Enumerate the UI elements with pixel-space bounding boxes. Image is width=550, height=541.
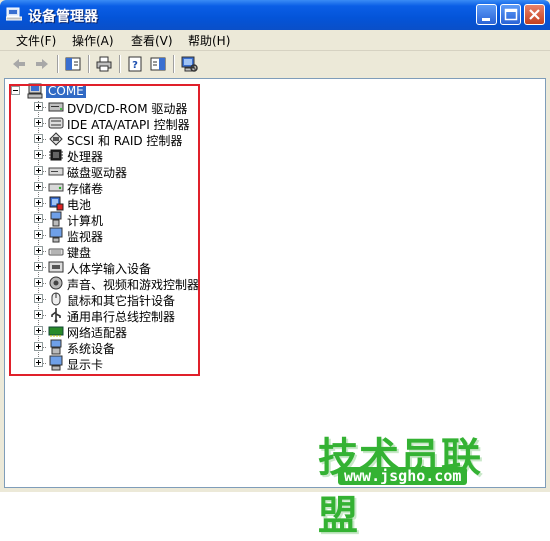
close-button[interactable] [524, 4, 545, 25]
minimize-icon [482, 18, 490, 21]
expand-toggle[interactable] [34, 342, 43, 351]
toolbar-separator [173, 55, 175, 73]
collapse-toggle[interactable] [11, 86, 20, 95]
toolbar-separator [57, 55, 59, 73]
monitor-icon [49, 227, 63, 243]
expand-toggle[interactable] [34, 134, 43, 143]
storage-volume-icon [48, 183, 64, 192]
scan-hardware-icon[interactable] [180, 55, 198, 73]
tree-node[interactable]: 处理器 [5, 147, 245, 164]
expand-toggle[interactable] [34, 294, 43, 303]
tree-node[interactable]: 存储卷 [5, 179, 245, 196]
tree-node[interactable]: 键盘 [5, 243, 245, 260]
tree-node[interactable]: IDE ATA/ATAPI 控制器 [5, 115, 245, 132]
menu-view[interactable]: 查看(V) [131, 32, 173, 49]
watermark: 技术员联盟 www.jsgho.com [318, 425, 518, 539]
sound-icon [49, 276, 63, 290]
computer-root-icon [27, 83, 43, 99]
expand-toggle[interactable] [34, 166, 43, 175]
scsi-controller-icon [49, 132, 63, 146]
expand-toggle[interactable] [34, 310, 43, 319]
menu-bar: 文件(F) 操作(A) 查看(V) 帮助(H) [0, 30, 550, 51]
disk-drive-icon [48, 167, 64, 176]
maximize-icon [504, 8, 518, 21]
menu-file[interactable]: 文件(F) [16, 32, 56, 49]
tree-root[interactable]: COME [5, 83, 245, 99]
maximize-button[interactable] [500, 4, 521, 25]
display-adapter-icon [49, 355, 63, 371]
computer-icon [50, 211, 62, 227]
close-icon [529, 9, 540, 20]
svg-text:?: ? [132, 60, 138, 71]
keyboard-icon [48, 248, 64, 256]
minimize-button[interactable] [476, 4, 497, 25]
toolbar-separator [119, 55, 121, 73]
menu-action[interactable]: 操作(A) [72, 32, 114, 49]
details-view-icon[interactable] [149, 55, 167, 73]
expand-toggle[interactable] [34, 198, 43, 207]
watermark-url: www.jsgho.com [338, 467, 468, 485]
expand-toggle[interactable] [34, 278, 43, 287]
device-manager-window: 设备管理器 文件(F) 操作(A) 查看(V) 帮助(H) ? COME DVD… [0, 0, 550, 539]
tree-node[interactable]: 声音、视频和游戏控制器 [5, 275, 245, 292]
expand-toggle[interactable] [34, 118, 43, 127]
cdrom-icon [48, 102, 64, 112]
device-manager-icon [6, 7, 22, 21]
tree-node[interactable]: 通用串行总线控制器 [5, 307, 245, 324]
expand-toggle[interactable] [34, 246, 43, 255]
tree-root-label[interactable]: COME [46, 84, 86, 98]
network-adapter-icon [48, 326, 64, 337]
hid-icon [48, 261, 64, 273]
tree-node[interactable]: SCSI 和 RAID 控制器 [5, 131, 245, 148]
print-icon[interactable] [95, 55, 113, 73]
mouse-icon [51, 292, 61, 306]
tree-node[interactable]: 系统设备 [5, 339, 245, 356]
show-hide-tree-icon[interactable] [64, 55, 82, 73]
tree-node[interactable]: 显示卡 [5, 355, 245, 373]
expand-toggle[interactable] [34, 262, 43, 271]
expand-toggle[interactable] [34, 358, 43, 367]
toolbar-separator [88, 55, 90, 73]
tree-node[interactable]: 鼠标和其它指针设备 [5, 291, 245, 308]
tree-node[interactable]: 电池 [5, 195, 245, 212]
expand-toggle[interactable] [34, 150, 43, 159]
expand-toggle[interactable] [34, 102, 43, 111]
usb-icon [51, 308, 61, 323]
forward-arrow-icon[interactable] [33, 55, 51, 73]
system-device-icon [50, 339, 62, 355]
expand-toggle[interactable] [34, 326, 43, 335]
tree-node[interactable]: 网络适配器 [5, 323, 245, 340]
back-arrow-icon[interactable] [10, 55, 28, 73]
processor-icon [49, 149, 63, 161]
toolbar: ? [0, 51, 550, 77]
tree-node[interactable]: 监视器 [5, 227, 245, 244]
battery-icon [49, 196, 64, 211]
expand-toggle[interactable] [34, 182, 43, 191]
title-bar[interactable]: 设备管理器 [0, 0, 550, 30]
expand-toggle[interactable] [34, 230, 43, 239]
expand-toggle[interactable] [34, 214, 43, 223]
menu-help[interactable]: 帮助(H) [188, 32, 230, 49]
window-title: 设备管理器 [28, 9, 98, 25]
properties-help-icon[interactable]: ? [126, 55, 144, 73]
tree-node[interactable]: 计算机 [5, 211, 245, 228]
tree-node[interactable]: DVD/CD-ROM 驱动器 [5, 99, 245, 116]
tree-node[interactable]: 人体学输入设备 [5, 259, 245, 276]
tree-node[interactable]: 磁盘驱动器 [5, 163, 245, 180]
tree-node-label[interactable]: 显示卡 [67, 356, 103, 373]
ide-controller-icon [48, 117, 64, 129]
